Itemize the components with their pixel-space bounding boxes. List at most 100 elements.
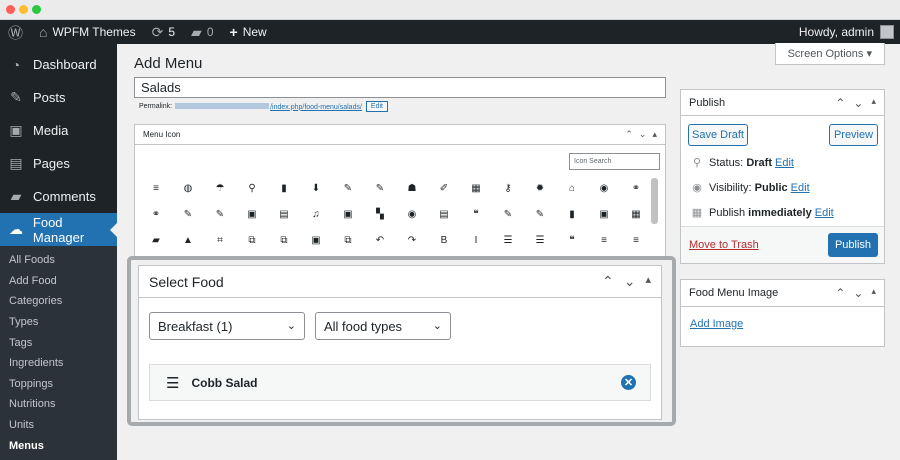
move-up-icon[interactable]: ⌃: [625, 129, 633, 140]
menu-icon-option[interactable]: ▣: [588, 201, 620, 227]
menu-icon-option[interactable]: B: [428, 227, 460, 253]
food-category-select[interactable]: Breakfast (1) ⌄: [149, 312, 305, 340]
submenu-item-ingredients[interactable]: Ingredients: [0, 353, 117, 374]
submenu-item-nutritions[interactable]: Nutritions: [0, 394, 117, 415]
menu-icon-option[interactable]: ✐: [428, 175, 460, 201]
menu-icon-option[interactable]: ❝: [556, 227, 588, 253]
menu-icon-option[interactable]: ✹: [524, 175, 556, 201]
move-to-trash-link[interactable]: Move to Trash: [689, 239, 759, 251]
menu-icon-option[interactable]: ≡: [620, 227, 652, 253]
menu-icon-option[interactable]: ▣: [300, 227, 332, 253]
maximize-window-icon[interactable]: [32, 5, 41, 14]
sidebar-item-media[interactable]: ▣ Media: [0, 114, 117, 147]
toggle-panel-icon[interactable]: ▴: [645, 273, 651, 290]
updates-link[interactable]: ⟳ 5: [144, 20, 183, 44]
submenu-item-types[interactable]: Types: [0, 312, 117, 333]
submenu-item-all-foods[interactable]: All Foods: [0, 250, 117, 271]
menu-icon-option[interactable]: ⌗: [204, 227, 236, 253]
move-down-icon[interactable]: ⌄: [853, 286, 863, 300]
menu-icon-option[interactable]: ▲: [172, 227, 204, 253]
preview-button[interactable]: Preview: [829, 124, 878, 146]
menu-icon-option[interactable]: ⚲: [236, 175, 268, 201]
submenu-item-units[interactable]: Units: [0, 415, 117, 436]
edit-schedule-link[interactable]: Edit: [815, 207, 834, 219]
menu-icon-option[interactable]: ↷: [396, 227, 428, 253]
menu-icon-option[interactable]: ◉: [588, 175, 620, 201]
sidebar-item-food-manager[interactable]: ☁ Food Manager: [0, 213, 118, 246]
menu-icon-option[interactable]: ⧉: [236, 227, 268, 253]
menu-icon-option[interactable]: ✎: [332, 175, 364, 201]
submenu-item-toppings[interactable]: Toppings: [0, 374, 117, 395]
submenu-item-add-food[interactable]: Add Food: [0, 271, 117, 292]
edit-status-link[interactable]: Edit: [775, 157, 794, 169]
menu-icon-option[interactable]: ◉: [396, 201, 428, 227]
move-up-icon[interactable]: ⌃: [602, 273, 614, 290]
toggle-panel-icon[interactable]: ▴: [652, 129, 657, 140]
menu-icon-option[interactable]: ✎: [172, 201, 204, 227]
menu-icon-option[interactable]: ⚭: [140, 201, 172, 227]
toggle-panel-icon[interactable]: ▴: [871, 96, 876, 110]
menu-icon-option[interactable]: ◍: [172, 175, 204, 201]
menu-icon-option[interactable]: ♫: [300, 201, 332, 227]
title-input[interactable]: Salads: [134, 77, 666, 98]
move-up-icon[interactable]: ⌃: [835, 96, 845, 110]
submenu-item-menus[interactable]: Menus: [0, 435, 117, 456]
menu-icon-option[interactable]: ☗: [396, 175, 428, 201]
move-down-icon[interactable]: ⌄: [853, 96, 863, 110]
menu-icon-option[interactable]: ≡: [140, 175, 172, 201]
submenu-item-tags[interactable]: Tags: [0, 332, 117, 353]
menu-icon-option[interactable]: ▤: [428, 201, 460, 227]
menu-icon-option[interactable]: ▚: [364, 201, 396, 227]
menu-icon-option[interactable]: I: [460, 227, 492, 253]
drag-handle-icon[interactable]: ☰: [166, 374, 179, 392]
menu-icon-option[interactable]: ✎: [492, 201, 524, 227]
remove-item-icon[interactable]: ✕: [621, 375, 636, 390]
menu-icon-option[interactable]: ▤: [268, 201, 300, 227]
move-down-icon[interactable]: ⌄: [639, 129, 647, 140]
permalink-url[interactable]: /index.php/food-menu/salads/: [175, 102, 362, 111]
add-image-link[interactable]: Add Image: [690, 318, 743, 330]
list-item[interactable]: ☰ Cobb Salad ✕: [149, 364, 651, 401]
menu-icon-option[interactable]: ❝: [460, 201, 492, 227]
edit-permalink-button[interactable]: Edit: [365, 101, 388, 112]
move-up-icon[interactable]: ⌃: [835, 286, 845, 300]
menu-icon-option[interactable]: ▣: [236, 201, 268, 227]
account-menu[interactable]: Howdy, admin: [799, 20, 900, 44]
menu-icon-option[interactable]: ▦: [620, 201, 652, 227]
food-type-select[interactable]: All food types ⌄: [315, 312, 451, 340]
screen-options-button[interactable]: Screen Options ▾: [774, 43, 885, 65]
menu-icon-option[interactable]: ✎: [204, 201, 236, 227]
menu-icon-option[interactable]: ▰: [140, 227, 172, 253]
edit-visibility-link[interactable]: Edit: [791, 182, 810, 194]
sidebar-item-pages[interactable]: ▤ Pages: [0, 147, 117, 180]
menu-icon-option[interactable]: ⬇: [300, 175, 332, 201]
new-content-link[interactable]: + New: [222, 20, 275, 44]
sidebar-item-comments[interactable]: ▰ Comments: [0, 180, 117, 213]
move-down-icon[interactable]: ⌄: [624, 273, 636, 290]
submenu-item-categories[interactable]: Categories: [0, 291, 117, 312]
menu-icon-option[interactable]: ▣: [332, 201, 364, 227]
toggle-panel-icon[interactable]: ▴: [871, 286, 876, 300]
menu-icon-option[interactable]: ▮: [556, 201, 588, 227]
menu-icon-option[interactable]: ⧉: [268, 227, 300, 253]
menu-icon-option[interactable]: ↶: [364, 227, 396, 253]
menu-icon-option[interactable]: ⌂: [556, 175, 588, 201]
publish-button[interactable]: Publish: [828, 233, 878, 257]
menu-icon-option[interactable]: ☰: [524, 227, 556, 253]
menu-icon-option[interactable]: ⧉: [332, 227, 364, 253]
menu-icon-option[interactable]: ▮: [268, 175, 300, 201]
menu-icon-option[interactable]: ▦: [460, 175, 492, 201]
wordpress-logo-icon[interactable]: Ⓦ: [0, 20, 31, 44]
menu-icon-option[interactable]: ✎: [524, 201, 556, 227]
sidebar-item-posts[interactable]: ✎ Posts: [0, 81, 117, 114]
icon-grid-scrollbar[interactable]: [651, 178, 658, 224]
save-draft-button[interactable]: Save Draft: [688, 124, 748, 146]
comments-link[interactable]: ▰ 0: [183, 20, 221, 44]
close-window-icon[interactable]: [6, 5, 15, 14]
menu-icon-option[interactable]: ≡: [588, 227, 620, 253]
menu-icon-option[interactable]: ⚷: [492, 175, 524, 201]
menu-icon-option[interactable]: ☰: [492, 227, 524, 253]
icon-search-input[interactable]: Icon Search: [569, 153, 660, 170]
minimize-window-icon[interactable]: [19, 5, 28, 14]
menu-icon-option[interactable]: ⚭: [620, 175, 652, 201]
